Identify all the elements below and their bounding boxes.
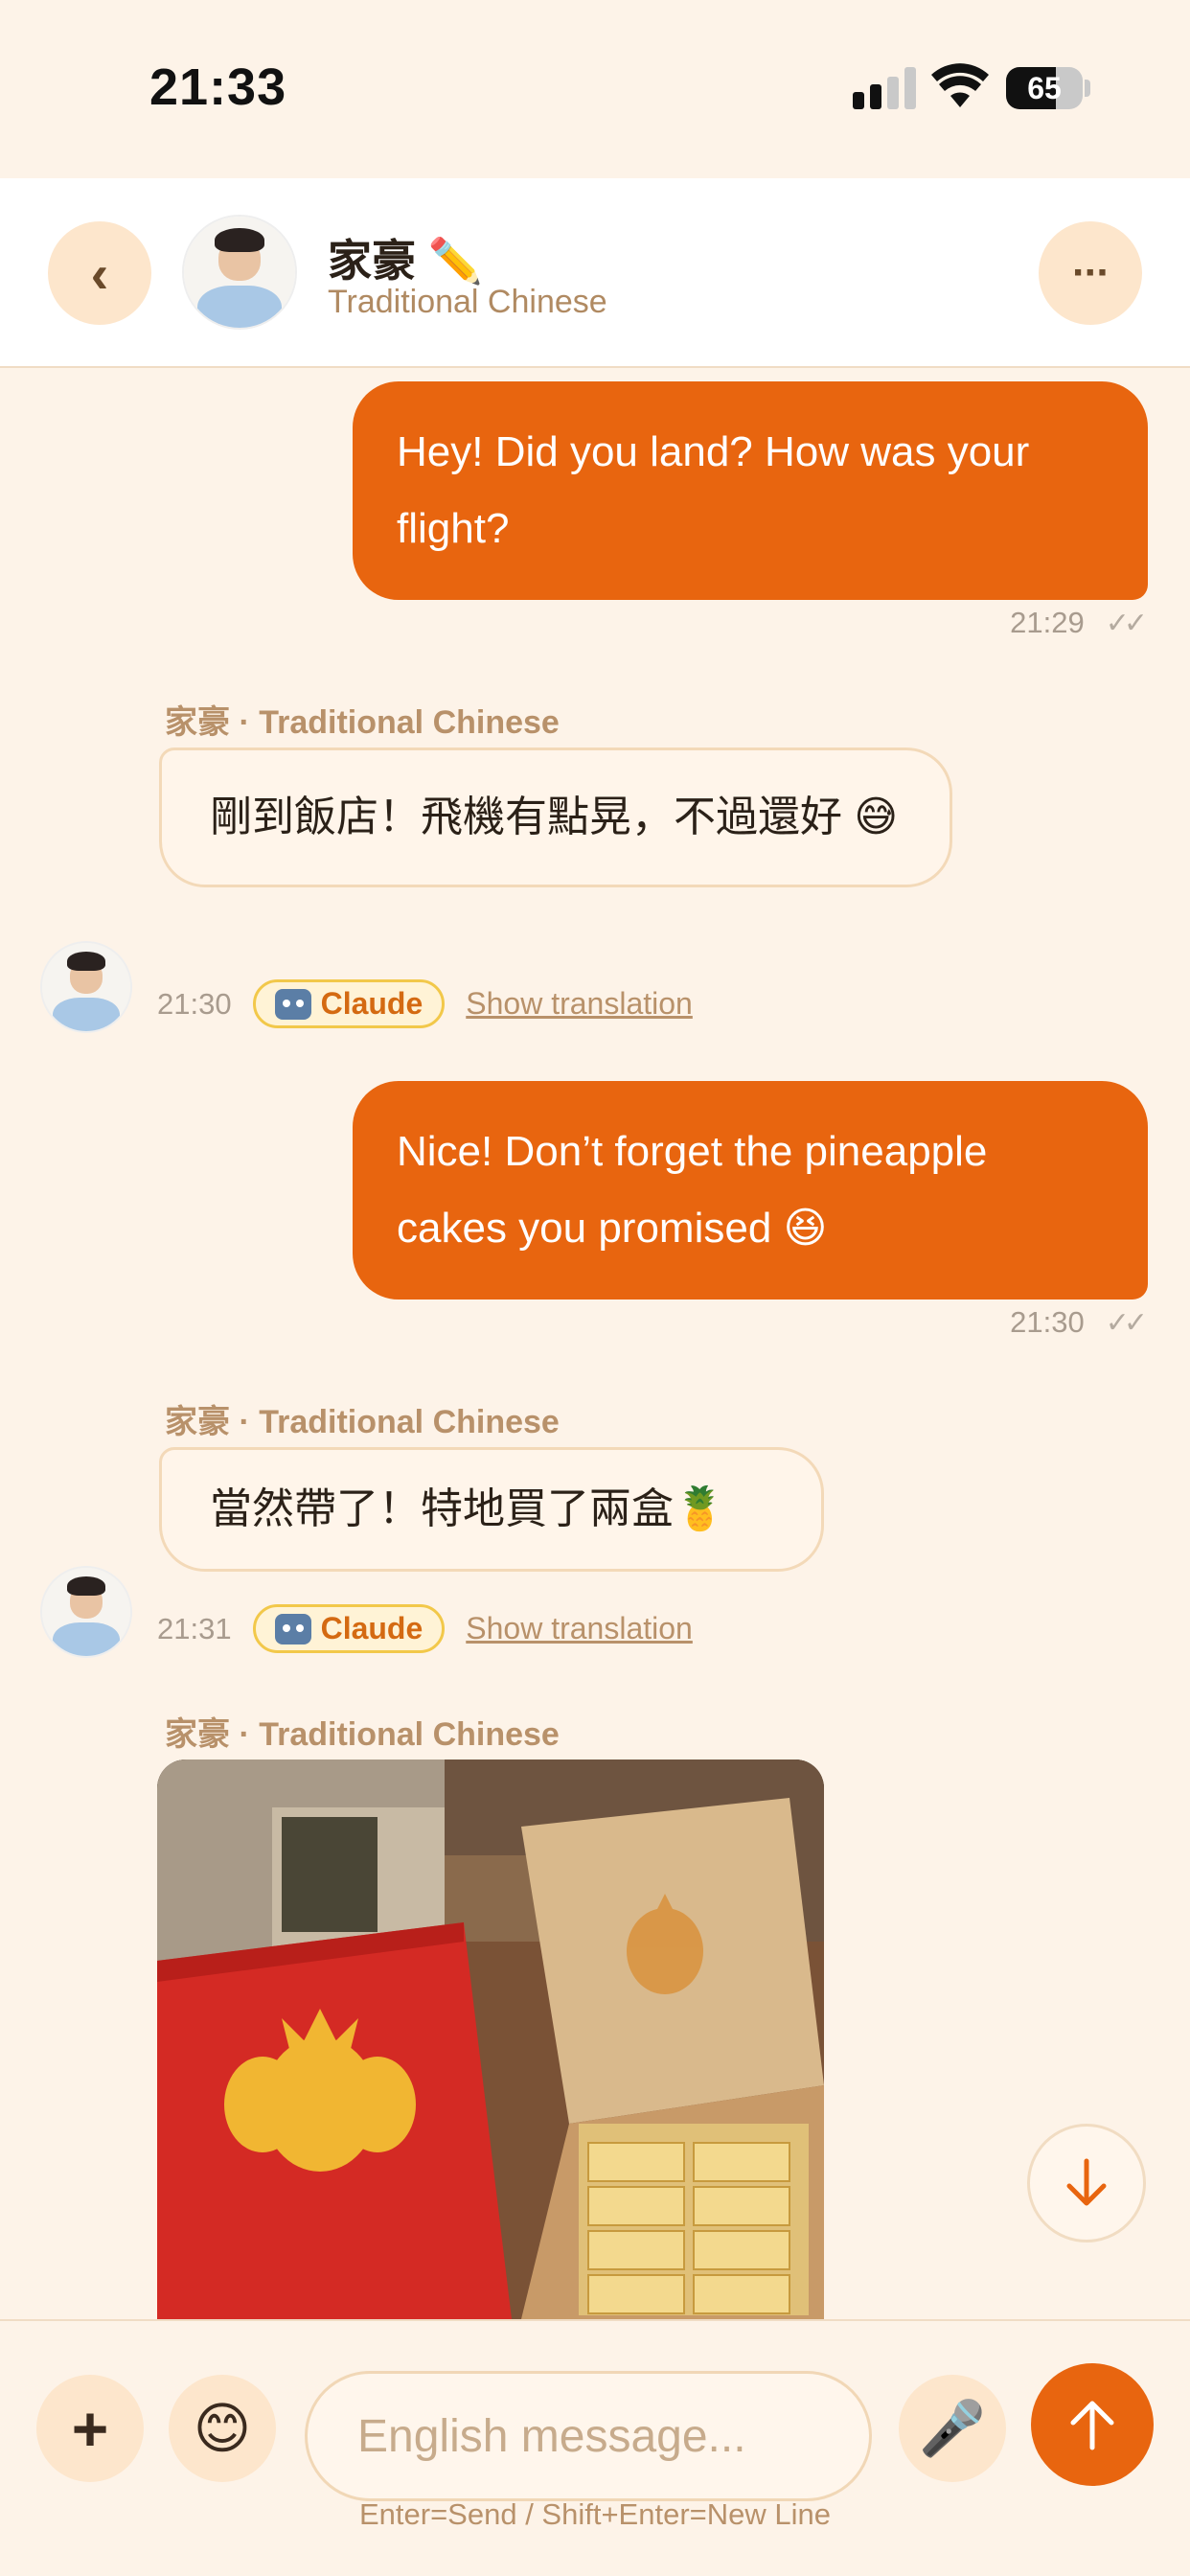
message-time: 21:29 [1010,606,1085,639]
cellular-signal-icon [853,67,916,109]
claude-badge: Claude [252,1604,446,1653]
contact-language: Traditional Chinese [328,284,607,320]
plus-icon: + [71,2393,109,2464]
message-input[interactable] [305,2371,872,2501]
contact-name[interactable]: 家豪 ✏️ [328,226,483,289]
sender-label: 家豪 · Traditional Chinese [165,1404,560,1440]
message-time: 21:30 [1010,1305,1085,1339]
sender-label: 家豪 · Traditional Chinese [165,704,560,741]
message-time: 21:31 [157,1611,232,1645]
send-button[interactable] [1031,2363,1154,2486]
photo-illustration [157,1760,824,2319]
send-arrow-icon [1070,2401,1114,2450]
badge-label: Claude [320,986,423,1021]
claude-badge: Claude [252,979,446,1028]
avatar[interactable] [40,1566,132,1658]
outgoing-message-bubble[interactable]: Nice! Don’t forget the pineapple cakes y… [353,1081,1148,1300]
badge-label: Claude [320,1611,423,1645]
message-meta: 21:30 Claude Show translation [157,979,693,1028]
message-meta: 21:29 ✓✓ [1010,606,1148,640]
mic-icon: 🎤 [919,2398,986,2458]
robot-icon [274,988,311,1020]
read-receipt-icon: ✓✓ [1105,607,1148,639]
composer-bar: + 😊 🎤 [0,2319,1190,2576]
keyboard-hint: Enter=Send / Shift+Enter=New Line [358,2497,831,2531]
message-meta: 21:30 ✓✓ [1010,1305,1148,1340]
sender-label: 家豪 · Traditional Chinese [165,1716,560,1753]
wifi-icon [931,63,989,107]
message-time: 21:30 [157,986,232,1021]
show-translation-link[interactable]: Show translation [466,1611,693,1646]
back-icon: ‹ [90,242,109,304]
contact-avatar[interactable] [182,215,297,330]
show-translation-link[interactable]: Show translation [466,986,693,1022]
status-time: 21:33 [149,58,287,116]
emoji-icon: 😊 [193,2398,252,2460]
message-text: Hey! Did you land? How was your flight? [397,428,1030,552]
avatar[interactable] [40,941,132,1033]
battery-level: 65 [1027,71,1062,105]
attach-button[interactable]: + [36,2375,144,2482]
chat-header: ‹ 家豪 ✏️ Traditional Chinese ··· [0,178,1190,368]
battery-icon: 65 [1006,67,1083,109]
outgoing-message-bubble[interactable]: Hey! Did you land? How was your flight? [353,381,1148,600]
incoming-message-bubble[interactable]: 剛到飯店！飛機有點晃，不過還好 😅 [159,748,952,887]
robot-icon [274,1613,311,1644]
message-text: 剛到飯店！飛機有點晃，不過還好 😅 [210,794,899,840]
more-icon: ··· [1072,249,1110,296]
status-bar: 21:33 65 [0,0,1190,178]
message-text: Nice! Don’t forget the pineapple cakes y… [397,1128,988,1252]
mic-button[interactable]: 🎤 [899,2375,1006,2482]
incoming-message-bubble[interactable]: 當然帶了！特地買了兩盒🍍 [159,1447,824,1572]
pineapple-cake-photo[interactable] [157,1760,824,2319]
emoji-button[interactable]: 😊 [169,2375,276,2482]
more-button[interactable]: ··· [1039,221,1142,325]
message-meta: 21:31 Claude Show translation [157,1604,693,1653]
scroll-down-button[interactable] [1027,2124,1146,2242]
read-receipt-icon: ✓✓ [1105,1306,1148,1339]
battery-tip [1085,80,1090,97]
back-button[interactable]: ‹ [48,221,151,325]
scroll-down-icon [1066,2158,1107,2206]
message-text: 當然帶了！特地買了兩盒🍍 [210,1485,726,1532]
